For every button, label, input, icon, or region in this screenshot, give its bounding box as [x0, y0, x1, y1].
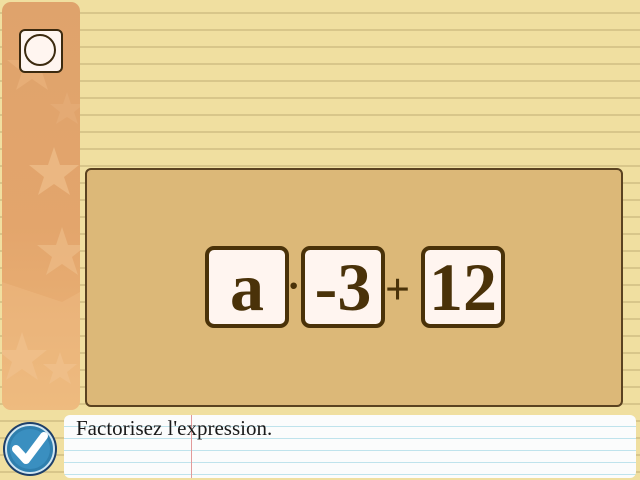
instruction-text: Factorisez l'expression. — [76, 416, 273, 440]
plus-operator: + — [385, 265, 411, 314]
multiply-operator: · — [287, 263, 301, 308]
tile-term[interactable]: 12 — [421, 246, 505, 328]
sidebar-panel — [2, 2, 80, 410]
instruction-notepad: Factorisez l'expression. — [64, 415, 636, 478]
menu-toggle-button[interactable] — [19, 29, 63, 73]
tile-constant[interactable]: -3 — [301, 246, 385, 328]
checkmark-icon — [5, 424, 55, 474]
tile-variable[interactable]: a — [205, 246, 289, 328]
submit-button[interactable] — [3, 422, 57, 476]
circle-icon — [24, 34, 56, 66]
